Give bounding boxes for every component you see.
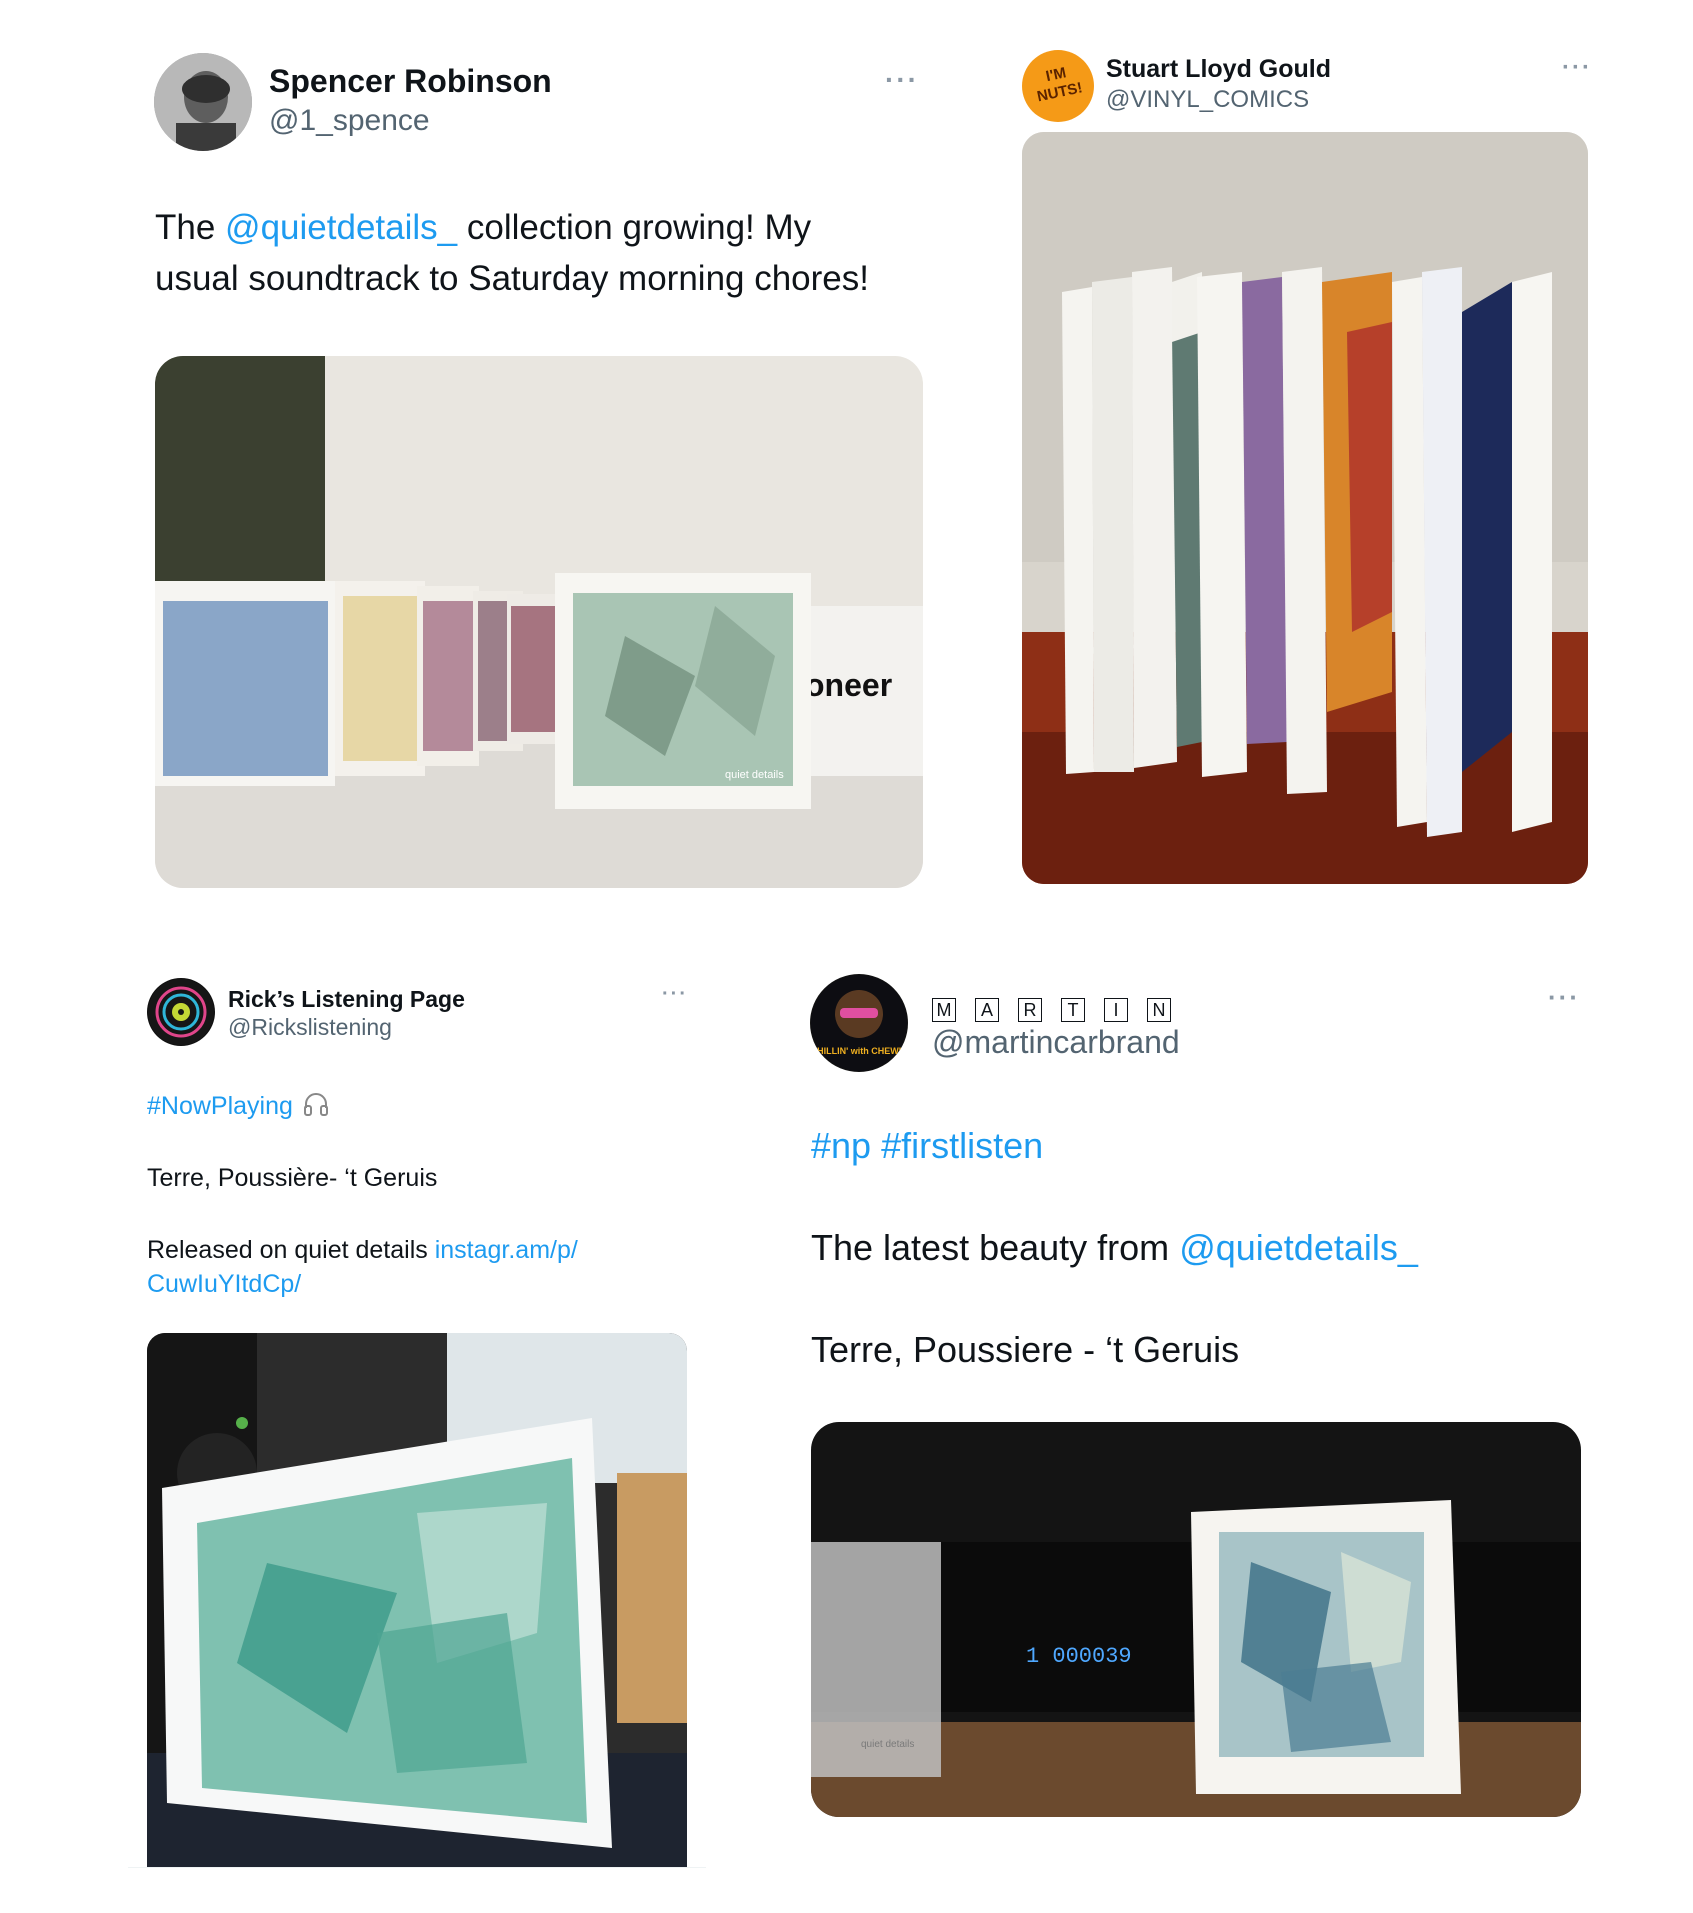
- avatar-text: CHILLIN' with CHEWIE: [811, 1046, 908, 1056]
- name-letter: R: [1018, 998, 1042, 1022]
- avatar[interactable]: [154, 53, 252, 151]
- name-letter: M: [932, 998, 956, 1022]
- user-handle[interactable]: @Rickslistening: [228, 1014, 392, 1041]
- instagram-link-continued[interactable]: CuwIuYItdCp/: [147, 1270, 301, 1299]
- cd-collection-image: oneer quiet details: [155, 356, 923, 888]
- tweet-photo[interactable]: [147, 1333, 687, 1867]
- sleeve-text: quiet details: [861, 1739, 914, 1750]
- avatar-illustration: CHILLIN' with CHEWIE: [811, 975, 908, 1071]
- more-options-icon[interactable]: ···: [1562, 54, 1592, 82]
- tweet-text-line-1: The @quietdetails_ collection growing! M…: [155, 208, 811, 248]
- user-handle[interactable]: @martincarbrand: [932, 1024, 1180, 1061]
- name-letter: A: [975, 998, 999, 1022]
- avatar-logo-text: I'M NUTS!: [1035, 64, 1084, 106]
- display-name[interactable]: MARTIN: [932, 998, 1190, 1022]
- tweet-text-line-2: usual soundtrack to Saturday morning cho…: [155, 259, 869, 298]
- user-handle[interactable]: @VINYL_COMICS: [1106, 86, 1309, 114]
- profile-photo: [154, 53, 252, 151]
- cd-on-player-image: 1 000039 quiet details: [811, 1422, 1581, 1817]
- tweet-photo[interactable]: 1 000039 quiet details: [811, 1422, 1581, 1817]
- hashtags[interactable]: #np #firstlisten: [811, 1125, 1043, 1167]
- display-name[interactable]: Rick’s Listening Page: [228, 986, 465, 1013]
- text-segment: The latest beauty from: [811, 1227, 1180, 1268]
- text-segment: Released on quiet details: [147, 1236, 435, 1264]
- hashtag-line: #NowPlaying: [147, 1090, 330, 1125]
- tweet-text-line-1: The latest beauty from @quietdetails_: [811, 1227, 1418, 1269]
- more-options-icon[interactable]: ···: [662, 983, 688, 1006]
- tweet-text-line-2: Terre, Poussiere - ‘t Geruis: [811, 1329, 1240, 1370]
- mention-link[interactable]: @quietdetails_: [225, 208, 457, 247]
- hashtag-link[interactable]: #NowPlaying: [147, 1092, 293, 1120]
- tweet-text-line-2: Released on quiet details instagr.am/p/: [147, 1236, 578, 1265]
- user-handle[interactable]: @1_spence: [269, 104, 430, 138]
- text-segment: The: [155, 208, 226, 247]
- photo-caption: quiet details: [725, 769, 784, 781]
- mention-link[interactable]: @quietdetails_: [1179, 1227, 1418, 1268]
- tweet-spencer-robinson: Spencer Robinson @1_spence ··· The @quie…: [0, 0, 923, 900]
- player-display-counter: 1 000039: [1026, 1644, 1132, 1669]
- text-segment: collection growing! My: [457, 208, 812, 247]
- headphones-icon: [302, 1090, 330, 1125]
- name-letter: T: [1061, 998, 1085, 1022]
- name-letter: N: [1147, 998, 1171, 1022]
- tweet-photo[interactable]: [1022, 132, 1588, 884]
- instagram-link[interactable]: instagr.am/p/: [435, 1236, 578, 1264]
- avatar[interactable]: I'M NUTS!: [1022, 50, 1094, 122]
- display-name[interactable]: Spencer Robinson: [269, 63, 552, 100]
- tweet-martincarbrand: CHILLIN' with CHEWIE MARTIN @martincarbr…: [730, 960, 1693, 1913]
- tweet-text-line-1: Terre, Poussière- ‘t Geruis: [147, 1164, 438, 1192]
- display-name[interactable]: Stuart Lloyd Gould: [1106, 55, 1331, 84]
- tweet-photo[interactable]: oneer quiet details: [155, 356, 923, 888]
- tweet-stuart-lloyd-gould: I'M NUTS! Stuart Lloyd Gould @VINYL_COMI…: [846, 0, 1693, 900]
- divider: [128, 1867, 706, 1868]
- name-letter: I: [1104, 998, 1128, 1022]
- avatar[interactable]: [147, 978, 215, 1046]
- tweet-ricks-listening-page: Rick’s Listening Page @Rickslistening ··…: [0, 960, 730, 1913]
- vinyl-record-icon: [148, 979, 214, 1045]
- cd-on-speaker-image: [147, 1333, 687, 1867]
- cd-spines-image: [1022, 132, 1588, 884]
- avatar[interactable]: CHILLIN' with CHEWIE: [810, 974, 908, 1072]
- more-options-icon[interactable]: ···: [1548, 982, 1580, 1013]
